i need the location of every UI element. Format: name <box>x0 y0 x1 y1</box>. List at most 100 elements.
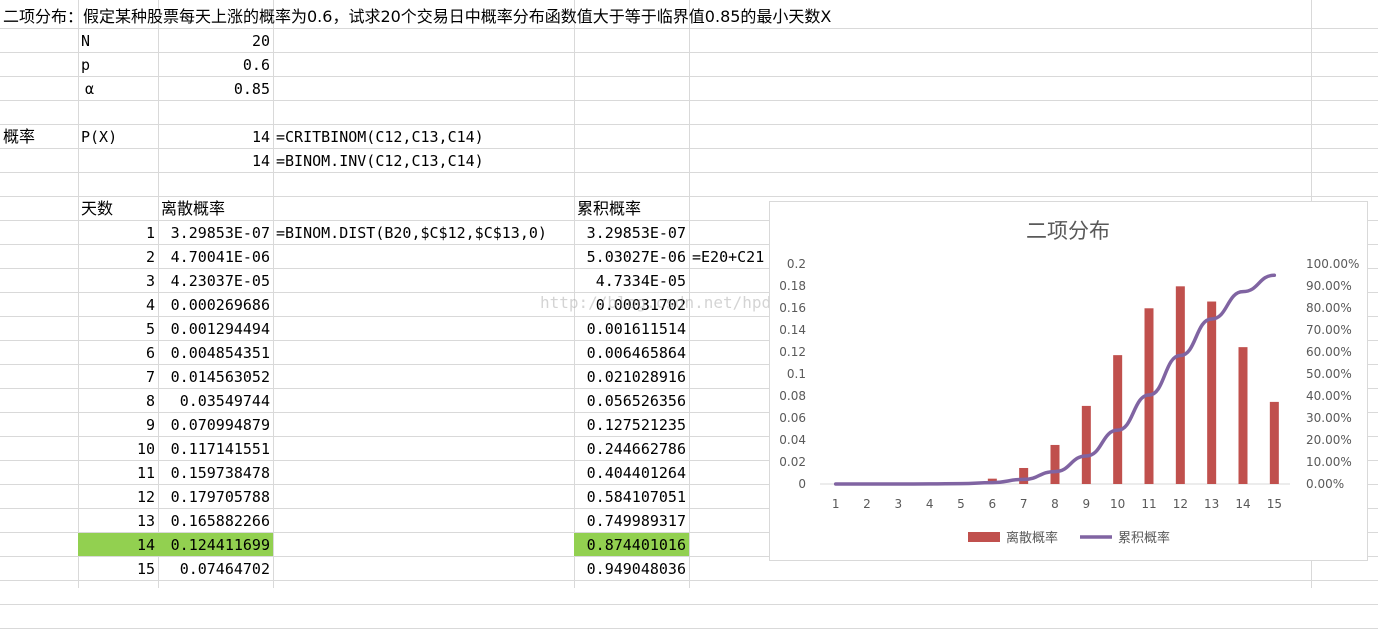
y-left-tick-label: 0.08 <box>779 389 806 403</box>
header-days[interactable]: 天数 <box>78 197 158 220</box>
param-label-p[interactable]: p <box>78 53 158 76</box>
param-value-n[interactable]: 20 <box>158 29 273 52</box>
x-tick-label: 2 <box>863 497 871 511</box>
discrete-formula[interactable]: =BINOM.DIST(B20,$C$12,$C$13,0) <box>273 221 573 244</box>
row-discrete[interactable]: 0.159738478 <box>158 461 273 484</box>
px-label[interactable]: P(X) <box>78 125 158 148</box>
row-discrete[interactable]: 0.014563052 <box>158 365 273 388</box>
bar-discrete <box>1019 468 1028 484</box>
row-cumulative[interactable]: 0.006465864 <box>574 341 689 364</box>
y-right-tick-label: 90.00% <box>1306 279 1352 293</box>
row-day[interactable]: 11 <box>78 461 158 484</box>
row-discrete[interactable]: 4.70041E-06 <box>158 245 273 268</box>
y-right-tick-label: 30.00% <box>1306 411 1352 425</box>
grid-row-line <box>0 604 1378 605</box>
row-cumulative[interactable]: 0.244662786 <box>574 437 689 460</box>
x-tick-label: 11 <box>1141 497 1156 511</box>
critbinom-formula[interactable]: =CRITBINOM(C12,C13,C14) <box>273 125 573 148</box>
y-left-tick-label: 0 <box>798 477 806 491</box>
x-tick-label: 14 <box>1235 497 1250 511</box>
y-left-tick-label: 0.16 <box>779 301 806 315</box>
row-discrete[interactable]: 0.165882266 <box>158 509 273 532</box>
row-cumulative[interactable]: 3.29853E-07 <box>574 221 689 244</box>
critbinom-result[interactable]: 14 <box>158 125 273 148</box>
chart-title: 二项分布 <box>1026 219 1110 243</box>
row-cumulative[interactable]: 0.127521235 <box>574 413 689 436</box>
x-tick-label: 13 <box>1204 497 1219 511</box>
param-label-alpha[interactable]: α <box>82 77 158 100</box>
y-left-tick-label: 0.04 <box>779 433 806 447</box>
y-left-tick-label: 0.1 <box>787 367 806 381</box>
y-right-tick-label: 60.00% <box>1306 345 1352 359</box>
legend-label-cumulative: 累积概率 <box>1118 530 1170 546</box>
row-discrete[interactable]: 0.179705788 <box>158 485 273 508</box>
row-discrete[interactable]: 0.124411699 <box>158 533 273 556</box>
row-discrete[interactable]: 0.117141551 <box>158 437 273 460</box>
row-day[interactable]: 4 <box>78 293 158 316</box>
row-day[interactable]: 7 <box>78 365 158 388</box>
row-day[interactable]: 3 <box>78 269 158 292</box>
binominv-result[interactable]: 14 <box>158 149 273 172</box>
row-cumulative[interactable]: 0.874401016 <box>574 533 689 556</box>
bar-discrete <box>1207 302 1216 484</box>
y-left-tick-label: 0.14 <box>779 323 806 337</box>
row-cumulative[interactable]: 0.404401264 <box>574 461 689 484</box>
header-cumulative[interactable]: 累积概率 <box>574 197 689 220</box>
row-cumulative[interactable]: 0.949048036 <box>574 557 689 580</box>
row-discrete[interactable]: 0.070994879 <box>158 413 273 436</box>
row-day[interactable]: 12 <box>78 485 158 508</box>
row-day[interactable]: 1 <box>78 221 158 244</box>
x-tick-label: 12 <box>1173 497 1188 511</box>
y-right-tick-label: 0.00% <box>1306 477 1344 491</box>
row-day[interactable]: 13 <box>78 509 158 532</box>
bar-discrete <box>1176 286 1185 484</box>
binominv-formula[interactable]: =BINOM.INV(C12,C13,C14) <box>273 149 573 172</box>
x-tick-label: 4 <box>926 497 934 511</box>
row-day[interactable]: 9 <box>78 413 158 436</box>
x-tick-label: 6 <box>989 497 997 511</box>
row-discrete[interactable]: 0.001294494 <box>158 317 273 340</box>
row-day[interactable]: 14 <box>78 533 158 556</box>
row-day[interactable]: 8 <box>78 389 158 412</box>
row-day[interactable]: 2 <box>78 245 158 268</box>
row-cumulative[interactable]: 0.749989317 <box>574 509 689 532</box>
param-value-alpha[interactable]: 0.85 <box>158 77 273 100</box>
row-day[interactable]: 10 <box>78 437 158 460</box>
row-discrete[interactable]: 3.29853E-07 <box>158 221 273 244</box>
x-tick-label: 1 <box>832 497 840 511</box>
header-discrete[interactable]: 离散概率 <box>158 197 273 220</box>
row-cumulative[interactable]: 0.00031702 <box>574 293 689 316</box>
y-right-tick-label: 20.00% <box>1306 433 1352 447</box>
bar-discrete <box>1270 402 1279 484</box>
row-cumulative[interactable]: 0.021028916 <box>574 365 689 388</box>
row-discrete[interactable]: 0.07464702 <box>158 557 273 580</box>
param-label-n[interactable]: N <box>78 29 158 52</box>
bar-discrete <box>1051 445 1060 484</box>
row-discrete[interactable]: 0.004854351 <box>158 341 273 364</box>
row-day[interactable]: 15 <box>78 557 158 580</box>
x-tick-label: 8 <box>1051 497 1059 511</box>
prob-label[interactable]: 概率 <box>0 125 78 148</box>
row-cumulative[interactable]: 0.056526356 <box>574 389 689 412</box>
row-discrete[interactable]: 4.23037E-05 <box>158 269 273 292</box>
row-day[interactable]: 6 <box>78 341 158 364</box>
chart[interactable]: 二项分布 0.20.180.160.140.120.10.080.060.040… <box>770 202 1367 560</box>
row-discrete[interactable]: 0.03549744 <box>158 389 273 412</box>
row-cumulative[interactable]: 4.7334E-05 <box>574 269 689 292</box>
row-day[interactable]: 5 <box>78 317 158 340</box>
row-cumulative[interactable]: 0.584107051 <box>574 485 689 508</box>
param-value-p[interactable]: 0.6 <box>158 53 273 76</box>
cumulative-formula[interactable]: =E20+C21 <box>689 245 769 268</box>
sheet-title[interactable]: 二项分布：假定某种股票每天上涨的概率为0.6，试求20个交易日中概率分布函数值大… <box>0 5 930 28</box>
row-discrete[interactable]: 0.000269686 <box>158 293 273 316</box>
x-tick-label: 15 <box>1267 497 1282 511</box>
chart-container[interactable]: 二项分布 0.20.180.160.140.120.10.080.060.040… <box>769 201 1368 561</box>
x-tick-label: 9 <box>1083 497 1091 511</box>
y-left-tick-label: 0.06 <box>779 411 806 425</box>
y-right-tick-label: 10.00% <box>1306 455 1352 469</box>
row-cumulative[interactable]: 0.001611514 <box>574 317 689 340</box>
row-cumulative[interactable]: 5.03027E-06 <box>574 245 689 268</box>
bar-discrete <box>1239 347 1248 484</box>
y-left-tick-label: 0.2 <box>787 257 806 271</box>
bar-discrete <box>1113 355 1122 484</box>
